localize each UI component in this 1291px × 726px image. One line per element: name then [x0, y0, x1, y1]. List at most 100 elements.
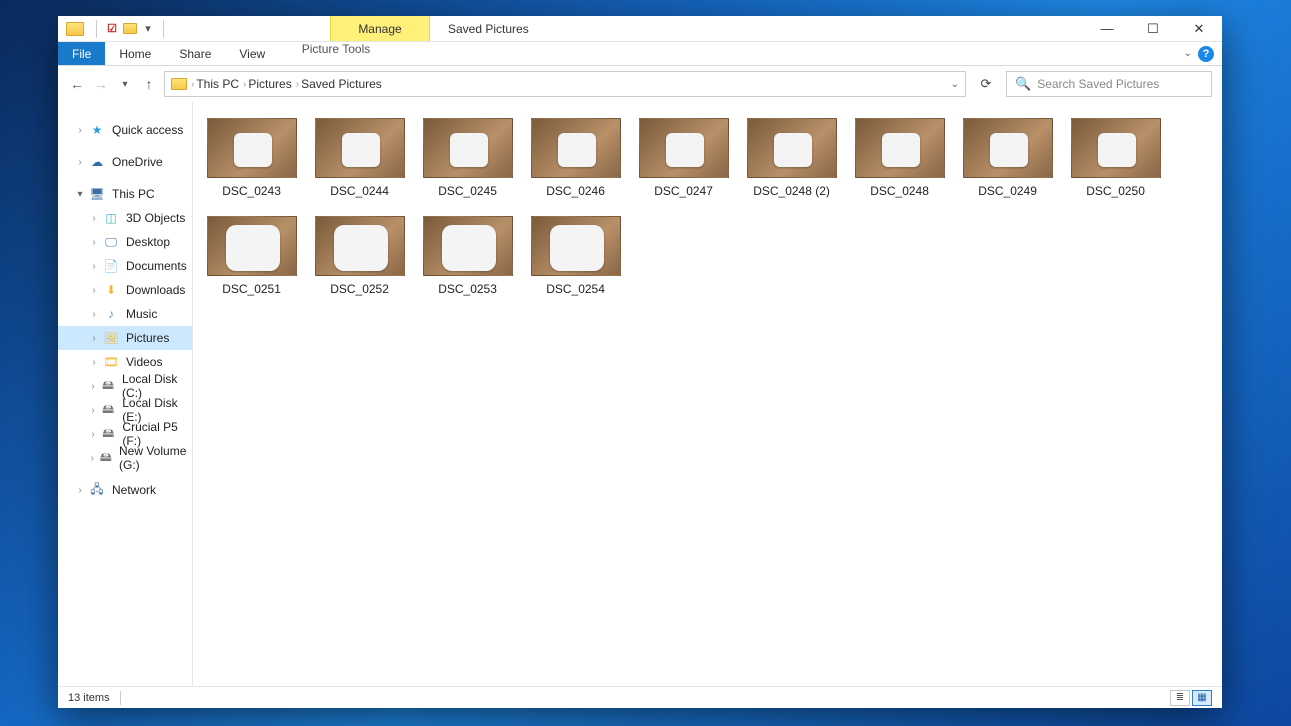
ribbon-tabs: File Home Share View Picture Tools ⌄ ?	[58, 42, 1222, 66]
tree-item-network[interactable]: 🖧 Network	[58, 478, 192, 502]
separator	[120, 691, 121, 705]
status-bar: 13 items ≣ ▦	[58, 686, 1222, 708]
thumbnail-image	[963, 118, 1053, 178]
separator	[96, 20, 97, 38]
file-item[interactable]: DSC_0244	[315, 118, 405, 198]
tree-label: Network	[112, 483, 156, 497]
network-icon: 🖧	[88, 483, 106, 497]
thumbnail-grid: DSC_0243 DSC_0244 DSC_0245 DSC_0246 DSC_0247…	[207, 118, 1218, 296]
title-bar: ☑ ▾ Manage Saved Pictures ― ☐ ✕	[58, 16, 1222, 42]
file-name: DSC_0254	[546, 282, 605, 296]
chevron-right-icon[interactable]: ›	[191, 79, 194, 90]
file-item[interactable]: DSC_0253	[423, 216, 513, 296]
items-view[interactable]: DSC_0243 DSC_0244 DSC_0245 DSC_0246 DSC_0247…	[193, 102, 1222, 686]
search-icon: 🔍	[1015, 76, 1031, 92]
tree-label: Downloads	[126, 283, 185, 297]
file-item[interactable]: DSC_0249	[963, 118, 1053, 198]
folder-icon	[171, 78, 187, 90]
tree-item-local-disk-e[interactable]: 🖴Local Disk (E:)	[58, 398, 192, 422]
file-item[interactable]: DSC_0251	[207, 216, 297, 296]
tree-item-documents[interactable]: 📄 Documents	[58, 254, 192, 278]
file-item[interactable]: DSC_0252	[315, 216, 405, 296]
file-name: DSC_0247	[654, 184, 713, 198]
window-title: Saved Pictures	[448, 22, 529, 36]
file-name: DSC_0244	[330, 184, 389, 198]
details-view-button[interactable]: ≣	[1170, 690, 1190, 706]
tree-item-pictures[interactable]: 🖼Pictures	[58, 326, 192, 350]
file-name: DSC_0252	[330, 282, 389, 296]
drive-icon: 🖴	[100, 379, 116, 393]
tree-item-quick-access[interactable]: ★Quick access	[58, 118, 192, 142]
tree-item-this-pc[interactable]: 🖥This PC	[58, 182, 192, 206]
up-button[interactable]: ↑	[140, 75, 158, 93]
file-item[interactable]: DSC_0246	[531, 118, 621, 198]
tree-label: OneDrive	[112, 155, 163, 169]
tree-label: Quick access	[112, 123, 183, 137]
forward-button[interactable]: →	[92, 75, 110, 93]
new-folder-icon[interactable]	[121, 20, 139, 38]
search-input[interactable]: 🔍 Search Saved Pictures	[1006, 71, 1212, 97]
properties-icon[interactable]: ☑	[103, 20, 121, 38]
navigation-bar: ← → ▾ ↑ › This PC › Pictures › Saved Pic…	[58, 66, 1222, 102]
drive-icon: 🖴	[100, 403, 116, 417]
thumbnail-image	[747, 118, 837, 178]
file-name: DSC_0248	[870, 184, 929, 198]
maximize-button[interactable]: ☐	[1130, 16, 1176, 41]
videos-icon: 🎞	[102, 355, 120, 369]
quick-access-toolbar: ☑ ▾	[58, 16, 170, 41]
tree-item-downloads[interactable]: ⬇ Downloads	[58, 278, 192, 302]
tree-label: Music	[126, 307, 157, 321]
tree-item-desktop[interactable]: 🖵Desktop	[58, 230, 192, 254]
address-bar[interactable]: › This PC › Pictures › Saved Pictures ⌄	[164, 71, 966, 97]
tree-item-crucial-p5[interactable]: 🖴Crucial P5 (F:)	[58, 422, 192, 446]
thumbnail-image	[639, 118, 729, 178]
tree-label: 3D Objects	[126, 211, 185, 225]
contextual-tab-manage[interactable]: Manage	[330, 16, 430, 41]
tree-item-videos[interactable]: 🎞Videos	[58, 350, 192, 374]
file-item[interactable]: DSC_0250	[1071, 118, 1161, 198]
minimize-button[interactable]: ―	[1084, 16, 1130, 41]
chevron-right-icon[interactable]: ›	[243, 79, 246, 90]
close-button[interactable]: ✕	[1176, 16, 1222, 41]
tab-home[interactable]: Home	[105, 42, 165, 65]
qat-dropdown-icon[interactable]: ▾	[139, 20, 157, 38]
tree-item-music[interactable]: ♪Music	[58, 302, 192, 326]
pc-icon: 🖥	[88, 187, 106, 201]
cube-icon: ◫	[102, 211, 120, 225]
breadcrumb-label: Pictures	[248, 77, 291, 91]
file-item[interactable]: DSC_0245	[423, 118, 513, 198]
file-item[interactable]: DSC_0248	[855, 118, 945, 198]
documents-icon: 📄	[102, 259, 120, 273]
breadcrumb-segment[interactable]: Saved Pictures	[301, 77, 382, 91]
ribbon-expand-icon[interactable]: ⌄	[1184, 48, 1192, 59]
breadcrumb-segment[interactable]: This PC ›	[196, 77, 246, 91]
tab-picture-tools[interactable]: Picture Tools	[286, 42, 386, 56]
file-item[interactable]: DSC_0254	[531, 216, 621, 296]
file-name: DSC_0251	[222, 282, 281, 296]
downloads-icon: ⬇	[102, 283, 120, 297]
breadcrumb-segment[interactable]: Pictures ›	[248, 77, 299, 91]
tree-item-new-volume-g[interactable]: 🖴New Volume (G:)	[58, 446, 192, 470]
refresh-button[interactable]: ⟳	[972, 71, 1000, 97]
large-icons-view-button[interactable]: ▦	[1192, 690, 1212, 706]
tree-label: Documents	[126, 259, 187, 273]
thumbnail-image	[423, 216, 513, 276]
file-item[interactable]: DSC_0243	[207, 118, 297, 198]
help-icon[interactable]: ?	[1198, 46, 1214, 62]
file-name: DSC_0245	[438, 184, 497, 198]
chevron-right-icon[interactable]: ›	[296, 79, 299, 90]
tree-item-3d-objects[interactable]: ◫ 3D Objects	[58, 206, 192, 230]
navigation-pane: ★Quick access ☁OneDrive 🖥This PC ◫ 3D Obj…	[58, 102, 193, 686]
tab-file[interactable]: File	[58, 42, 105, 65]
tree-label: Pictures	[126, 331, 169, 345]
recent-locations-dropdown[interactable]: ▾	[116, 75, 134, 93]
tab-share[interactable]: Share	[165, 42, 225, 65]
file-item[interactable]: DSC_0248 (2)	[747, 118, 837, 198]
file-item[interactable]: DSC_0247	[639, 118, 729, 198]
tree-item-onedrive[interactable]: ☁OneDrive	[58, 150, 192, 174]
address-history-dropdown[interactable]: ⌄	[951, 79, 959, 90]
tree-item-local-disk-c[interactable]: 🖴Local Disk (C:)	[58, 374, 192, 398]
tab-view[interactable]: View	[225, 42, 279, 65]
thumbnail-image	[531, 216, 621, 276]
back-button[interactable]: ←	[68, 75, 86, 93]
